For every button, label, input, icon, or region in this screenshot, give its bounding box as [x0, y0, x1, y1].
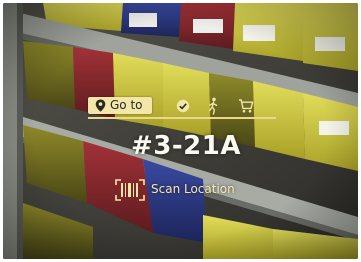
scan-location-label: Scan Location [151, 182, 235, 196]
camera-view: Go to #3-21A Scan Location [3, 3, 358, 259]
cart-icon[interactable] [238, 98, 254, 114]
walk-icon[interactable] [206, 97, 220, 115]
location-pin-icon [95, 99, 106, 112]
location-code: #3-21A [131, 131, 241, 161]
barcode-scan-icon [115, 179, 145, 201]
go-to-step[interactable]: Go to [88, 97, 152, 114]
scan-location-button[interactable]: Scan Location [115, 179, 255, 201]
ar-step-bar: Go to [88, 95, 276, 119]
ar-progress-rule [88, 117, 276, 119]
check-circle-icon[interactable] [176, 99, 190, 113]
go-to-label: Go to [110, 98, 143, 112]
